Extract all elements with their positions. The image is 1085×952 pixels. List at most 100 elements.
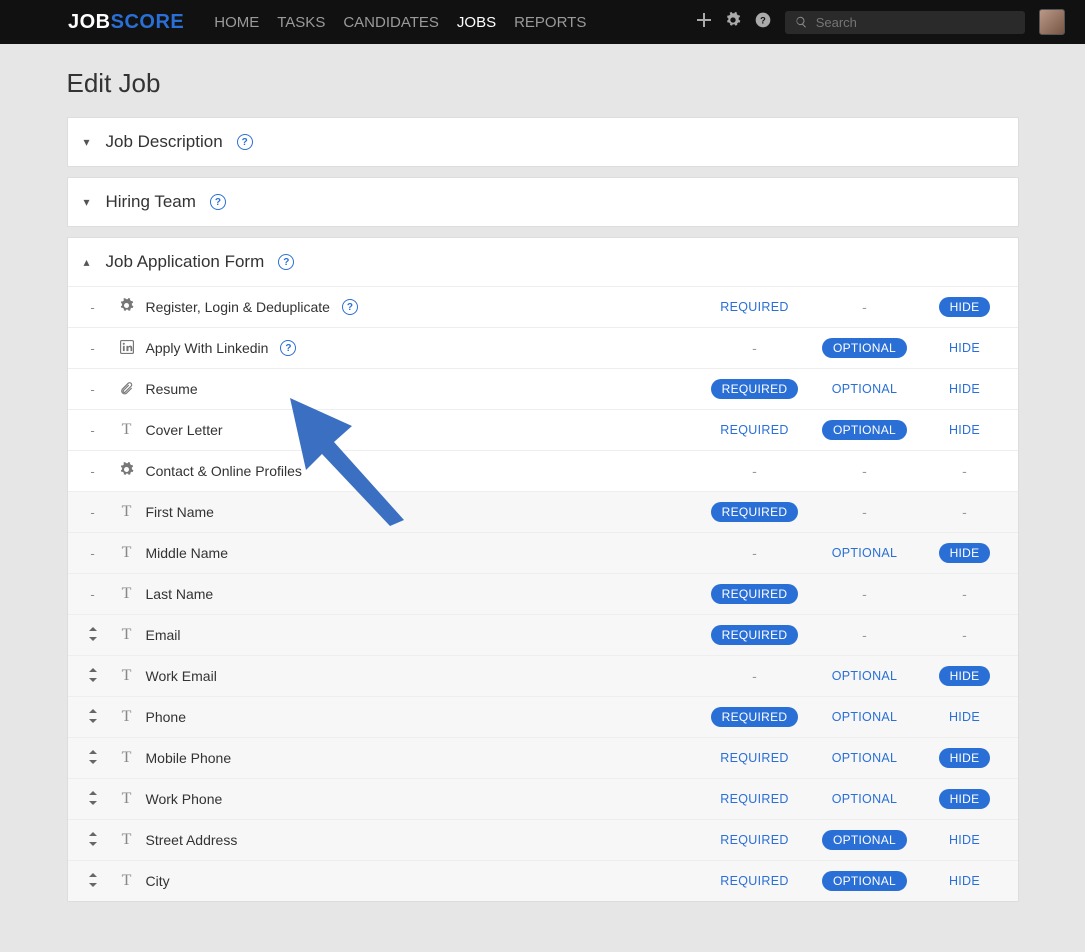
required-cell[interactable]: REQUIRED: [700, 833, 810, 847]
T-icon: T: [110, 626, 144, 644]
linkedin-icon: [110, 340, 144, 357]
hide-cell[interactable]: HIDE: [920, 382, 1010, 396]
help-circle-icon[interactable]: ?: [237, 134, 253, 150]
nav-tasks[interactable]: TASKS: [277, 14, 325, 31]
required-cell: -: [700, 340, 810, 356]
required-cell[interactable]: REQUIRED: [700, 423, 810, 437]
help-circle-icon[interactable]: ?: [342, 299, 358, 315]
help-icon[interactable]: ?: [755, 12, 771, 33]
field-name: Mobile Phone: [144, 750, 700, 766]
form-row: - ResumeREQUIREDOPTIONALHIDE: [68, 368, 1018, 409]
T-icon: T: [110, 749, 144, 767]
nav-jobs[interactable]: JOBS: [457, 14, 496, 31]
optional-cell: -: [810, 299, 920, 315]
form-row: -Register, Login & Deduplicate?REQUIRED-…: [68, 286, 1018, 327]
gear-icon: [110, 462, 144, 480]
form-row: TMobile PhoneREQUIREDOPTIONALHIDE: [68, 737, 1018, 778]
drag-handle-icon[interactable]: [76, 832, 110, 849]
optional-cell[interactable]: OPTIONAL: [810, 830, 920, 850]
help-circle-icon[interactable]: ?: [210, 194, 226, 210]
required-cell[interactable]: REQUIRED: [700, 792, 810, 806]
gear-icon: [110, 298, 144, 316]
required-cell[interactable]: REQUIRED: [700, 584, 810, 604]
panel-header-job-description[interactable]: ▾ Job Description ?: [68, 118, 1018, 166]
required-cell[interactable]: REQUIRED: [700, 751, 810, 765]
logo-part1: JOB: [68, 11, 111, 34]
required-cell[interactable]: REQUIRED: [700, 300, 810, 314]
optional-cell[interactable]: OPTIONAL: [810, 338, 920, 358]
hide-cell[interactable]: HIDE: [920, 666, 1010, 686]
hide-cell[interactable]: HIDE: [920, 833, 1010, 847]
required-cell: -: [700, 668, 810, 684]
required-cell[interactable]: REQUIRED: [700, 625, 810, 645]
logo-part2: SCORE: [111, 11, 185, 34]
form-row: -TFirst NameREQUIRED--: [68, 491, 1018, 532]
T-icon: T: [110, 790, 144, 808]
required-cell: -: [700, 463, 810, 479]
nav-reports[interactable]: REPORTS: [514, 14, 586, 31]
panel-header-hiring-team[interactable]: ▾ Hiring Team ?: [68, 178, 1018, 226]
help-circle-icon[interactable]: ?: [278, 254, 294, 270]
chevron-down-icon: ▾: [84, 135, 96, 149]
field-name: Email: [144, 627, 700, 643]
drag-handle-icon[interactable]: [76, 668, 110, 685]
main-nav: HOME TASKS CANDIDATES JOBS REPORTS: [214, 14, 586, 31]
drag-handle-icon[interactable]: [76, 750, 110, 767]
hide-cell: -: [920, 463, 1010, 479]
hide-cell[interactable]: HIDE: [920, 748, 1010, 768]
drag-placeholder: -: [76, 341, 110, 356]
field-name: Resume: [144, 381, 700, 397]
optional-cell[interactable]: OPTIONAL: [810, 710, 920, 724]
form-row: TWork PhoneREQUIREDOPTIONALHIDE: [68, 778, 1018, 819]
hide-cell[interactable]: HIDE: [920, 710, 1010, 724]
required-cell: -: [700, 545, 810, 561]
drag-handle-icon[interactable]: [76, 627, 110, 644]
panel-job-description: ▾ Job Description ?: [67, 117, 1019, 167]
drag-placeholder: -: [76, 382, 110, 397]
panel-title: Job Application Form: [106, 252, 265, 272]
avatar[interactable]: [1039, 9, 1065, 35]
required-cell[interactable]: REQUIRED: [700, 707, 810, 727]
optional-cell[interactable]: OPTIONAL: [810, 669, 920, 683]
panel-header-app-form[interactable]: ▴ Job Application Form ?: [68, 238, 1018, 286]
optional-cell[interactable]: OPTIONAL: [810, 751, 920, 765]
panel-hiring-team: ▾ Hiring Team ?: [67, 177, 1019, 227]
drag-handle-icon[interactable]: [76, 873, 110, 890]
drag-handle-icon[interactable]: [76, 791, 110, 808]
hide-cell[interactable]: HIDE: [920, 297, 1010, 317]
drag-handle-icon[interactable]: [76, 709, 110, 726]
nav-candidates[interactable]: CANDIDATES: [343, 14, 439, 31]
search-box[interactable]: [785, 11, 1025, 34]
field-name: Middle Name: [144, 545, 700, 561]
optional-cell[interactable]: OPTIONAL: [810, 871, 920, 891]
hide-cell: -: [920, 586, 1010, 602]
logo[interactable]: JOBSCORE: [68, 11, 184, 34]
optional-cell[interactable]: OPTIONAL: [810, 546, 920, 560]
help-circle-icon[interactable]: ?: [280, 340, 296, 356]
hide-cell[interactable]: HIDE: [920, 423, 1010, 437]
drag-placeholder: -: [76, 464, 110, 479]
optional-cell[interactable]: OPTIONAL: [810, 382, 920, 396]
optional-cell[interactable]: OPTIONAL: [810, 420, 920, 440]
gear-icon[interactable]: [725, 12, 741, 33]
T-icon: T: [110, 503, 144, 521]
required-cell[interactable]: REQUIRED: [700, 379, 810, 399]
form-row: -Contact & Online Profiles---: [68, 450, 1018, 491]
form-row: -TLast NameREQUIRED--: [68, 573, 1018, 614]
search-input[interactable]: [816, 15, 1015, 30]
top-bar: JOBSCORE HOMETASKSCANDIDATESJOBSREPORTS …: [0, 0, 1085, 44]
field-name: City: [144, 873, 700, 889]
required-cell[interactable]: REQUIRED: [700, 502, 810, 522]
drag-placeholder: -: [76, 587, 110, 602]
field-name: Work Email: [144, 668, 700, 684]
form-row: TStreet AddressREQUIREDOPTIONALHIDE: [68, 819, 1018, 860]
form-row: TWork Email-OPTIONALHIDE: [68, 655, 1018, 696]
hide-cell[interactable]: HIDE: [920, 341, 1010, 355]
plus-icon[interactable]: [697, 13, 711, 32]
svg-text:?: ?: [760, 15, 766, 25]
hide-cell: -: [920, 627, 1010, 643]
nav-home[interactable]: HOME: [214, 14, 259, 31]
hide-cell[interactable]: HIDE: [920, 789, 1010, 809]
hide-cell[interactable]: HIDE: [920, 543, 1010, 563]
optional-cell[interactable]: OPTIONAL: [810, 792, 920, 806]
